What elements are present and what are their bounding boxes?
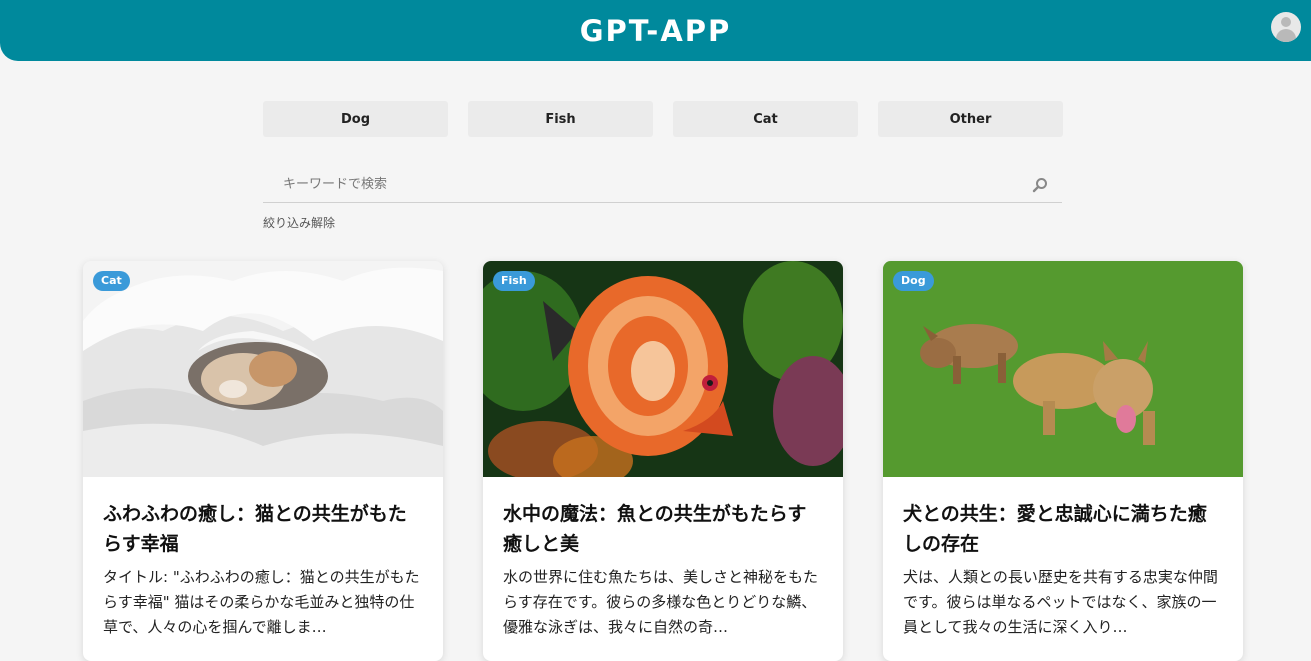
search-bar xyxy=(263,168,1062,203)
user-avatar-icon[interactable] xyxy=(1271,12,1301,42)
filter-cat-button[interactable]: Cat xyxy=(673,101,858,137)
app-header: GPT-APP xyxy=(0,0,1311,61)
card-title[interactable]: 水中の魔法：魚との共生がもたらす癒しと美 xyxy=(503,499,823,559)
app-title: GPT-APP xyxy=(579,13,732,48)
filter-dog-button[interactable]: Dog xyxy=(263,101,448,137)
post-card-list: Cat ふわふわの癒し：猫との共生がもたらす幸福 タイトル: "ふわふわの癒し：… xyxy=(83,261,1243,661)
search-input[interactable] xyxy=(263,168,1023,200)
post-card[interactable]: Dog 犬との共生：愛と忠誠心に満ちた癒しの存在 犬は、人類との長い歴史を共有す… xyxy=(883,261,1243,661)
category-badge: Fish xyxy=(493,271,535,291)
category-badge: Dog xyxy=(893,271,934,291)
search-icon[interactable] xyxy=(1032,177,1048,193)
post-card[interactable]: Cat ふわふわの癒し：猫との共生がもたらす幸福 タイトル: "ふわふわの癒し：… xyxy=(83,261,443,661)
category-filters: Dog Fish Cat Other xyxy=(263,101,1063,137)
filter-other-button[interactable]: Other xyxy=(878,101,1063,137)
post-card[interactable]: Fish 水中の魔法：魚との共生がもたらす癒しと美 水の世界に住む魚たちは、美し… xyxy=(483,261,843,661)
filter-fish-button[interactable]: Fish xyxy=(468,101,653,137)
card-excerpt: タイトル: "ふわふわの癒し：猫との共生がもたらす幸福" 猫はその柔らかな毛並み… xyxy=(103,568,420,636)
card-title[interactable]: 犬との共生：愛と忠誠心に満ちた癒しの存在 xyxy=(903,499,1223,559)
clear-filter-link[interactable]: 絞り込み解除 xyxy=(263,214,335,231)
category-badge: Cat xyxy=(93,271,130,291)
card-title[interactable]: ふわふわの癒し：猫との共生がもたらす幸福 xyxy=(103,499,423,559)
card-excerpt: 犬は、人類との長い歴史を共有する忠実な仲間です。彼らは単なるペットではなく、家族… xyxy=(903,568,1218,636)
card-image-cat: Cat xyxy=(83,261,443,477)
card-excerpt: 水の世界に住む魚たちは、美しさと神秘をもたらす存在です。彼らの多様な色とりどりな… xyxy=(503,568,819,636)
card-image-fish: Fish xyxy=(483,261,843,477)
card-image-dog: Dog xyxy=(883,261,1243,477)
